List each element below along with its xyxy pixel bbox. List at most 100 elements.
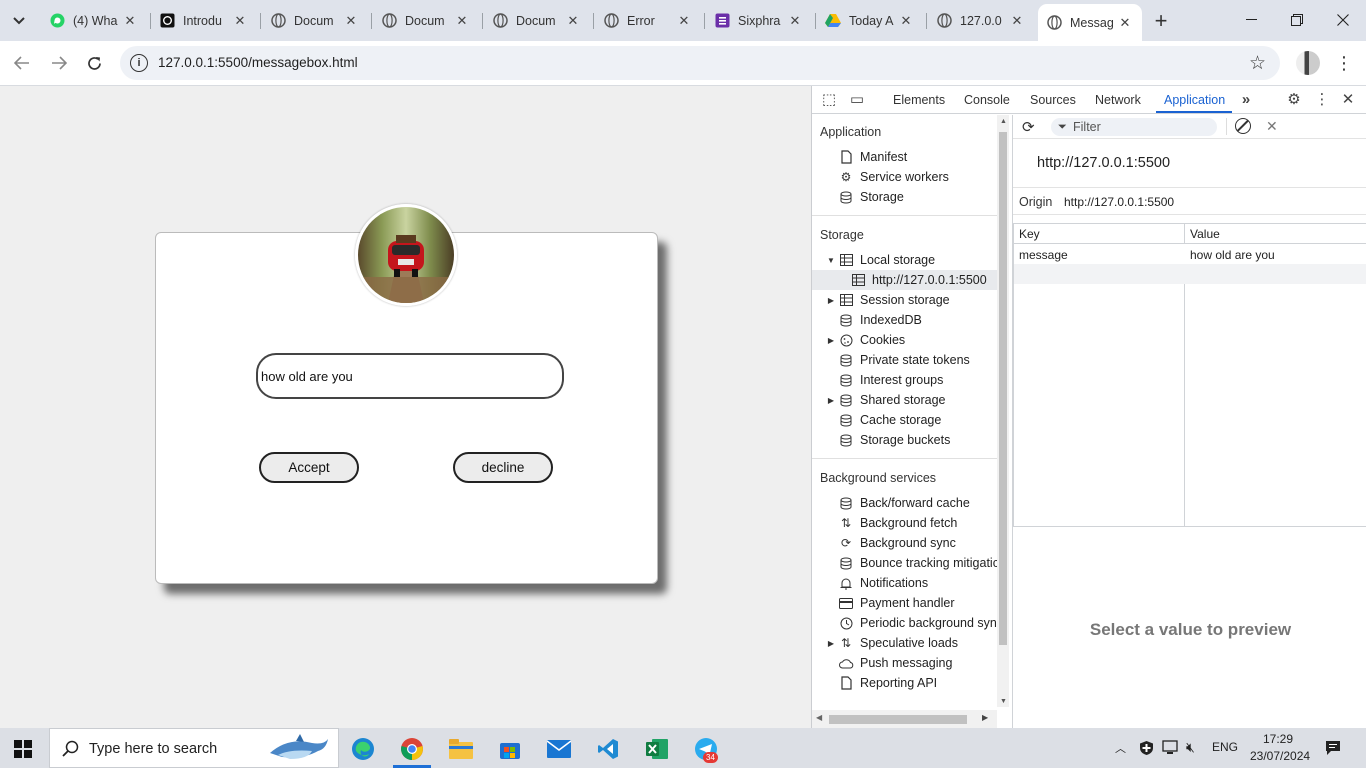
shield-icon[interactable] — [1139, 740, 1154, 759]
scroll-left-icon[interactable]: ◀ — [816, 713, 822, 722]
sidebar-item-indexeddb[interactable]: IndexedDB — [838, 310, 922, 330]
back-button[interactable] — [8, 49, 36, 77]
sidebar-item-notifications[interactable]: Notifications — [838, 573, 928, 593]
gear-icon[interactable]: ⚙ — [1285, 91, 1303, 109]
cell-value[interactable]: how old are you — [1190, 248, 1275, 262]
inspect-element-icon[interactable]: ⬚ — [820, 91, 838, 109]
browser-tab[interactable]: Error ✕ — [595, 6, 701, 35]
browser-tab[interactable]: Docum ✕ — [262, 6, 368, 35]
browser-tab[interactable]: Docum ✕ — [373, 6, 479, 35]
device-toolbar-icon[interactable]: ▭ — [848, 91, 866, 109]
chevron-up-icon[interactable]: ︿ — [1115, 740, 1126, 756]
column-header-value[interactable]: Value — [1190, 227, 1220, 241]
sidebar-item-local-storage[interactable]: ▼ Local storage — [826, 250, 935, 270]
sidebar-item-periodic-background-sync[interactable]: Periodic background sync — [838, 613, 997, 633]
sidebar-item-reporting-api[interactable]: Reporting API — [838, 673, 937, 693]
clock-time[interactable]: 17:29 — [1263, 732, 1293, 746]
profile-avatar[interactable] — [1296, 51, 1320, 75]
browser-tab[interactable]: Sixphra ✕ — [706, 6, 812, 35]
browser-tab[interactable]: Today A ✕ — [817, 6, 923, 35]
browser-tab[interactable]: 127.0.0 ✕ — [928, 6, 1034, 35]
sidebar-item-storage-buckets[interactable]: Storage buckets — [838, 430, 950, 450]
notifications-icon[interactable] — [1325, 740, 1341, 759]
sidebar-item-manifest[interactable]: Manifest — [838, 147, 907, 167]
column-header-key[interactable]: Key — [1019, 227, 1040, 241]
scroll-up-icon[interactable]: ▲ — [1000, 118, 1007, 125]
browser-tab[interactable]: (4) Wha ✕ — [41, 6, 147, 35]
horizontal-scrollbar-thumb[interactable] — [829, 715, 967, 724]
sidebar-item-payment-handler[interactable]: Payment handler — [838, 593, 955, 613]
mail-icon[interactable] — [539, 732, 579, 766]
close-icon[interactable]: ✕ — [564, 12, 582, 30]
url-text[interactable]: 127.0.0.1:5500/messagebox.html — [158, 55, 358, 70]
collapsed-triangle-icon[interactable]: ▶ — [826, 639, 836, 648]
sidebar-item-background-fetch[interactable]: ⇅ Background fetch — [838, 513, 957, 533]
minimize-button[interactable] — [1228, 0, 1274, 40]
sidebar-item-service-workers[interactable]: ⚙ Service workers — [838, 167, 949, 187]
clock-date[interactable]: 23/07/2024 — [1250, 749, 1310, 763]
close-icon[interactable]: ✕ — [1116, 14, 1134, 32]
sidebar-item-storage[interactable]: Storage — [838, 187, 904, 207]
tab-sources[interactable]: Sources — [1030, 93, 1076, 107]
file-explorer-icon[interactable] — [441, 732, 481, 766]
star-icon[interactable]: ☆ — [1249, 52, 1266, 75]
microsoft-store-icon[interactable] — [490, 732, 530, 766]
scroll-down-icon[interactable]: ▼ — [1000, 698, 1007, 705]
decline-button[interactable]: decline — [453, 452, 553, 483]
accept-button[interactable]: Accept — [259, 452, 359, 483]
sidebar-item-cookies[interactable]: ▶ Cookies — [826, 330, 905, 350]
address-bar[interactable]: i 127.0.0.1:5500/messagebox.html ☆ — [120, 46, 1280, 80]
filter-input[interactable]: ⏷ Filter — [1051, 118, 1217, 136]
sidebar-horizontal-scrollbar[interactable]: ◀ ▶ — [812, 710, 997, 728]
sidebar-item-session-storage[interactable]: ▶ Session storage — [826, 290, 950, 310]
sidebar-item-local-storage-origin[interactable]: http://127.0.0.1:5500 — [812, 270, 997, 290]
message-input[interactable] — [256, 353, 564, 399]
scroll-right-icon[interactable]: ▶ — [982, 713, 988, 722]
tab-search-button[interactable] — [6, 8, 32, 34]
close-icon[interactable]: ✕ — [897, 12, 915, 30]
taskbar-search[interactable]: Type here to search — [49, 728, 339, 768]
table-row-empty[interactable] — [1014, 264, 1366, 284]
network-icon[interactable] — [1162, 740, 1178, 758]
close-icon[interactable]: ✕ — [1339, 91, 1357, 109]
excel-icon[interactable] — [637, 732, 677, 766]
close-window-button[interactable] — [1320, 0, 1366, 40]
close-icon[interactable]: ✕ — [1008, 12, 1026, 30]
sidebar-item-speculative-loads[interactable]: ▶ ⇅ Speculative loads — [826, 633, 958, 653]
close-icon[interactable]: ✕ — [675, 12, 693, 30]
close-icon[interactable]: ✕ — [453, 12, 471, 30]
browser-tab[interactable]: Docum ✕ — [484, 6, 590, 35]
close-icon[interactable]: ✕ — [231, 12, 249, 30]
edge-icon[interactable] — [343, 732, 383, 766]
more-tabs-icon[interactable]: » — [1237, 91, 1255, 109]
more-icon[interactable]: ⋮ — [1313, 91, 1331, 109]
sidebar-item-interest-groups[interactable]: Interest groups — [838, 370, 943, 390]
reload-button[interactable] — [80, 49, 108, 77]
collapsed-triangle-icon[interactable]: ▶ — [826, 336, 836, 345]
delete-selected-icon[interactable]: ✕ — [1266, 118, 1278, 135]
tab-console[interactable]: Console — [964, 93, 1010, 107]
cell-key[interactable]: message — [1019, 248, 1068, 262]
collapsed-triangle-icon[interactable]: ▶ — [826, 396, 836, 405]
sidebar-item-push-messaging[interactable]: Push messaging — [838, 653, 952, 673]
tab-application[interactable]: Application — [1164, 93, 1225, 107]
sidebar-item-private-state-tokens[interactable]: Private state tokens — [838, 350, 970, 370]
browser-tab[interactable]: Introdu ✕ — [151, 6, 257, 35]
forward-button[interactable] — [45, 49, 73, 77]
vscode-icon[interactable] — [588, 732, 628, 766]
refresh-icon[interactable]: ⟳ — [1022, 118, 1035, 136]
collapsed-triangle-icon[interactable]: ▶ — [826, 296, 836, 305]
clear-all-icon[interactable] — [1235, 118, 1251, 134]
close-icon[interactable]: ✕ — [786, 12, 804, 30]
restore-button[interactable] — [1274, 0, 1320, 40]
sidebar-item-shared-storage[interactable]: ▶ Shared storage — [826, 390, 946, 410]
more-icon[interactable]: ⋮ — [1334, 50, 1354, 76]
new-tab-button[interactable]: + — [1148, 8, 1174, 34]
chrome-icon[interactable] — [392, 732, 432, 766]
table-row[interactable]: message how old are you — [1014, 244, 1366, 264]
tab-network[interactable]: Network — [1095, 93, 1141, 107]
speaker-muted-icon[interactable]: 🔇︎ — [1186, 739, 1195, 756]
language-indicator[interactable]: ENG — [1212, 740, 1238, 754]
sidebar-item-bounce-tracking[interactable]: Bounce tracking mitigatic — [838, 553, 997, 573]
windows-start-icon[interactable] — [14, 740, 32, 761]
